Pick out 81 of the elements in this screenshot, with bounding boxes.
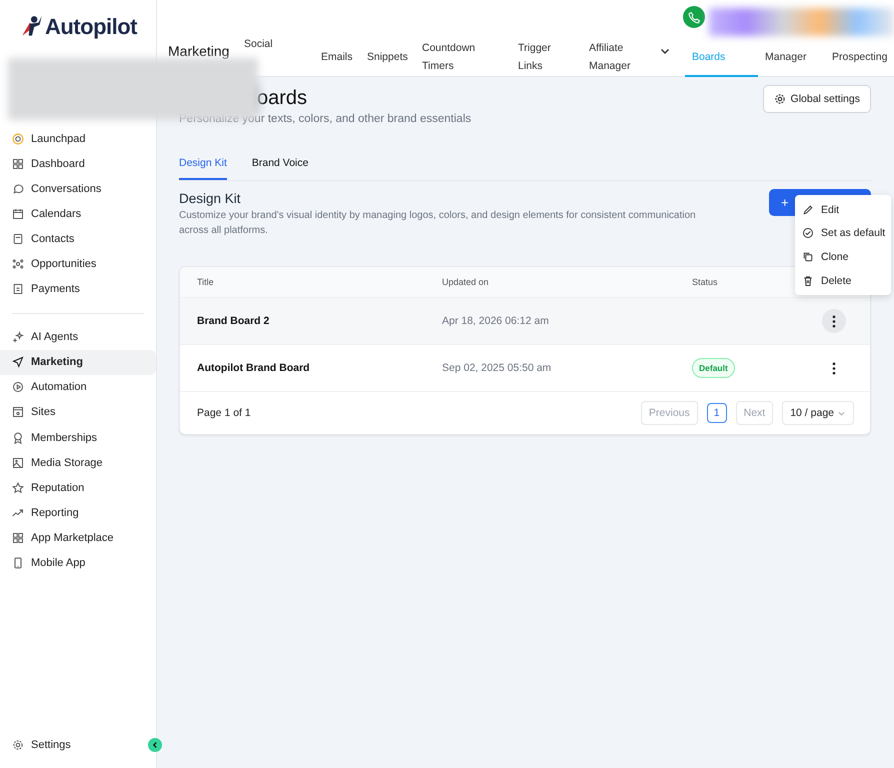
nav-tab[interactable]: Social: [237, 35, 314, 53]
menu-item[interactable]: Clone: [795, 245, 891, 269]
sidebar-item[interactable]: Launchpad: [0, 126, 156, 152]
nav-tab[interactable]: Affiliate Manager: [582, 39, 659, 77]
logo-text: Autopilot: [44, 14, 138, 40]
nav-tab[interactable]: Countdown Timers: [415, 39, 511, 77]
page-size-select[interactable]: 10 / page: [782, 401, 854, 425]
sidebar-item[interactable]: Dashboard: [0, 151, 156, 176]
nav-tab[interactable]: Prospecting: [825, 39, 894, 77]
page-title: oards: [257, 86, 308, 110]
table-row[interactable]: Brand Board 2 Apr 18, 2026 06:12 am: [180, 298, 870, 345]
browser-icon: [12, 406, 24, 418]
table-cell-text: Apr 18, 2026 06:12 am: [442, 315, 550, 327]
global-settings-button[interactable]: Global settings: [762, 85, 871, 113]
grid-icon: [12, 158, 24, 170]
sidebar-item[interactable]: Reputation: [0, 475, 156, 500]
table-cell-text: Brand Board 2: [197, 315, 270, 327]
sidebar-item[interactable]: Mobile App: [0, 550, 156, 576]
calendar-icon: [12, 208, 24, 220]
more-options-button[interactable]: [822, 309, 846, 333]
column-header: Status: [692, 277, 718, 287]
menu-item[interactable]: Set as default: [795, 222, 891, 246]
trash-icon: [802, 274, 814, 287]
more-icon: [832, 362, 836, 374]
sidebar-item[interactable]: Contacts: [0, 226, 156, 252]
star-icon: [12, 482, 24, 494]
sparkle-icon: [12, 331, 24, 344]
phone-icon: [12, 557, 24, 570]
sidebar-item[interactable]: Media Storage: [0, 450, 156, 476]
sidebar-item[interactable]: Reporting: [0, 500, 156, 526]
section-title: Marketing: [168, 43, 230, 59]
nav-tab[interactable]: Snippets: [360, 39, 415, 77]
collapse-button[interactable]: [148, 738, 162, 752]
phone-icon: [688, 10, 700, 24]
sidebar-item[interactable]: App Marketplace: [0, 525, 156, 550]
award-icon: [12, 432, 24, 444]
page-subtitle: Personalize your texts, colors, and other brand essentials: [179, 113, 472, 125]
column-header: Title: [197, 277, 214, 287]
sidebar-item[interactable]: Payments: [0, 276, 156, 302]
menu-item[interactable]: Edit: [795, 198, 891, 222]
tab[interactable]: Design Kit: [179, 151, 227, 180]
sidebar-item[interactable]: Marketing: [0, 350, 156, 375]
contact-card-icon: [12, 232, 24, 245]
check-circle-icon: [802, 227, 814, 240]
receipt-icon: [12, 283, 24, 296]
sidebar-item[interactable]: Sites: [0, 400, 156, 426]
sidebar-item[interactable]: Opportunities: [0, 251, 156, 277]
sidebar-item[interactable]: Memberships: [0, 425, 156, 450]
trend-icon: [12, 506, 24, 519]
settings-icon: [12, 739, 24, 752]
grid-icon: [12, 532, 24, 544]
sidebar-item[interactable]: Conversations: [0, 176, 156, 202]
send-icon: [12, 356, 24, 368]
chevron-left-icon: [151, 741, 159, 750]
settings-link[interactable]: Settings: [0, 732, 71, 758]
column-header: Updated on: [442, 277, 489, 287]
page-info: Page 1 of 1: [197, 407, 251, 419]
play-circle-icon: [12, 381, 24, 394]
table-cell-text: Sep 02, 2025 05:50 am: [442, 362, 552, 374]
sidebar-item[interactable]: Calendars: [0, 201, 156, 226]
section-description: Customize your brand's visual identity by managing logos, colors, and design elements for consistent communication across all platforms.: [179, 209, 697, 238]
tab[interactable]: Brand Voice: [252, 151, 308, 180]
nav-tab[interactable]: Manager: [758, 39, 825, 77]
table-cell-text: Autopilot Brand Board: [197, 362, 311, 374]
sidebar-item[interactable]: AI Agents: [0, 324, 156, 350]
settings-icon: [774, 93, 786, 105]
menu-item[interactable]: Delete: [795, 268, 891, 292]
image-icon: [12, 456, 24, 469]
section-heading: Design Kit: [179, 191, 242, 206]
nav-tab[interactable]: Trigger Links: [511, 39, 582, 77]
table-row[interactable]: Autopilot Brand Board Sep 02, 2025 05:50 am Default: [180, 345, 870, 392]
nodes-icon: [12, 258, 24, 270]
status-badge: Default: [692, 358, 735, 378]
copy-icon: [802, 250, 814, 263]
chat-bubble-icon: [12, 182, 24, 195]
pencil-icon: [802, 204, 814, 216]
phone-button[interactable]: [683, 6, 705, 28]
nav-tab[interactable]: Emails: [314, 39, 360, 77]
page-button[interactable]: 1: [706, 403, 727, 423]
sidebar-item[interactable]: Automation: [0, 374, 156, 400]
more-icon: [832, 314, 836, 328]
